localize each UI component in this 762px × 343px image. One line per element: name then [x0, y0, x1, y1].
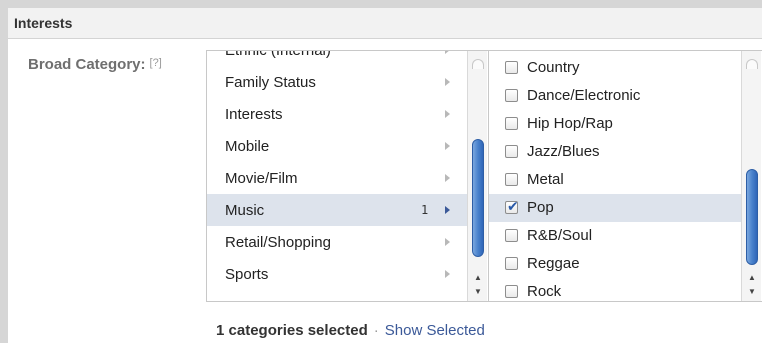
category-list[interactable]: Ethnic (Internal) Family Status Interest…	[206, 50, 488, 302]
option-jazz-blues[interactable]: Jazz/Blues	[489, 138, 743, 166]
selection-summary: 1 categories selected · Show Selected	[216, 322, 485, 339]
option-label: Rock	[527, 283, 562, 300]
option-country[interactable]: Country	[489, 54, 743, 82]
scroll-down-icon[interactable]: ▼	[746, 287, 758, 297]
checkbox-icon[interactable]	[505, 89, 518, 102]
chevron-right-icon	[445, 78, 450, 86]
option-dance-electronic[interactable]: Dance/Electronic	[489, 82, 743, 110]
checkbox-icon[interactable]	[505, 61, 518, 74]
checkbox-icon[interactable]	[505, 145, 518, 158]
category-item-music[interactable]: Music 1	[207, 194, 467, 226]
chevron-right-icon	[445, 51, 450, 54]
option-hip-hop-rap[interactable]: Hip Hop/Rap	[489, 110, 743, 138]
scroll-down-icon[interactable]: ▼	[472, 287, 484, 297]
checkbox-icon[interactable]	[505, 173, 518, 186]
help-link[interactable]: [?]	[150, 57, 162, 69]
option-label: Pop	[527, 199, 554, 216]
subcategory-scroll-thumb[interactable]	[746, 169, 758, 265]
chevron-right-icon	[445, 110, 450, 118]
option-label: Hip Hop/Rap	[527, 115, 613, 132]
category-item-label: Music	[225, 202, 265, 219]
option-rnb-soul[interactable]: R&B/Soul	[489, 222, 743, 250]
category-scroll-thumb[interactable]	[472, 139, 484, 257]
chevron-right-icon	[445, 142, 450, 150]
category-item-mobile[interactable]: Mobile	[207, 130, 467, 162]
checkbox-icon[interactable]	[505, 285, 518, 298]
category-item-label: Mobile	[225, 138, 270, 155]
option-reggae[interactable]: Reggae	[489, 250, 743, 278]
option-rock[interactable]: Rock	[489, 278, 743, 301]
category-count-badge: 1	[421, 203, 429, 217]
subcategory-list[interactable]: Country Dance/Electronic Hip Hop/Rap Jaz…	[488, 50, 762, 302]
option-label: Metal	[527, 171, 564, 188]
category-item-interests[interactable]: Interests	[207, 98, 467, 130]
category-item-retail-shopping[interactable]: Retail/Shopping	[207, 226, 467, 258]
category-scrollbar[interactable]: ▲ ▼	[467, 51, 487, 301]
scroll-up-icon[interactable]: ▲	[472, 273, 484, 283]
show-selected-link[interactable]: Show Selected	[385, 322, 485, 339]
option-label: R&B/Soul	[527, 227, 593, 244]
checkbox-icon[interactable]	[505, 257, 518, 270]
category-item-label: Movie/Film	[225, 170, 298, 187]
category-item-label: Family Status	[225, 74, 316, 91]
chevron-right-icon	[445, 270, 450, 278]
category-item-label: Retail/Shopping	[225, 234, 331, 251]
option-label: Reggae	[527, 255, 580, 272]
chevron-right-icon	[445, 206, 450, 214]
checkmark-icon: ✔	[507, 198, 519, 214]
chevron-right-icon	[445, 174, 450, 182]
option-label: Country	[527, 59, 580, 76]
option-label: Dance/Electronic	[527, 87, 641, 104]
separator: ·	[373, 322, 379, 339]
category-item-family-status[interactable]: Family Status	[207, 66, 467, 98]
chevron-right-icon	[445, 238, 450, 246]
scrollbar-track-top	[746, 59, 758, 69]
section-title: Interests	[14, 15, 73, 31]
category-item-sports[interactable]: Sports	[207, 258, 467, 290]
scrollbar-track-top	[472, 59, 484, 69]
section-header: Interests	[8, 8, 762, 39]
checkbox-checked-icon[interactable]: ✔	[505, 198, 519, 214]
selected-count-text: 1 categories selected	[216, 322, 368, 339]
scroll-up-icon[interactable]: ▲	[746, 273, 758, 283]
broad-category-label-text: Broad Category:	[28, 56, 146, 73]
checkbox-icon[interactable]	[505, 229, 518, 242]
checkbox-icon[interactable]	[505, 117, 518, 130]
category-item-label: Interests	[225, 106, 283, 123]
category-item-ethnic[interactable]: Ethnic (Internal)	[207, 50, 467, 66]
broad-category-label: Broad Category: [?]	[28, 56, 210, 78]
option-metal[interactable]: Metal	[489, 166, 743, 194]
category-item-label: Sports	[225, 266, 269, 283]
category-item-movie-film[interactable]: Movie/Film	[207, 162, 467, 194]
category-item-label: Ethnic (Internal)	[225, 50, 331, 59]
option-label: Jazz/Blues	[527, 143, 600, 160]
subcategory-scrollbar[interactable]: ▲ ▼	[741, 51, 761, 301]
option-pop[interactable]: ✔ Pop	[489, 194, 743, 222]
